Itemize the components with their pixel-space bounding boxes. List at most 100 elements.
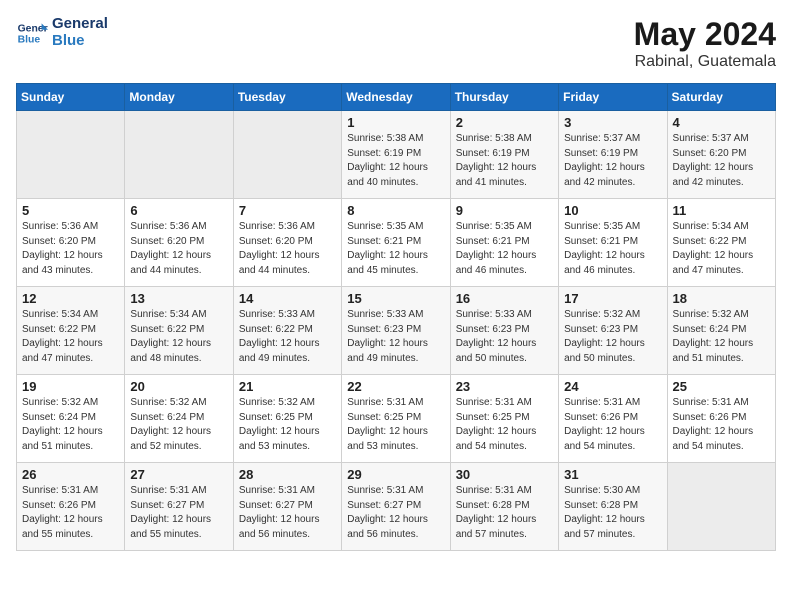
day-info: Sunrise: 5:30 AM Sunset: 6:28 PM Dayligh… <box>564 484 661 542</box>
col-saturday: Saturday <box>667 84 775 111</box>
day-cell: 25 Sunrise: 5:31 AM Sunset: 6:26 PM Dayl… <box>667 375 775 463</box>
day-number: 11 <box>673 203 770 218</box>
day-cell: 26 Sunrise: 5:31 AM Sunset: 6:26 PM Dayl… <box>17 463 125 551</box>
day-cell: 10 Sunrise: 5:35 AM Sunset: 6:21 PM Dayl… <box>559 199 667 287</box>
day-cell: 21 Sunrise: 5:32 AM Sunset: 6:25 PM Dayl… <box>233 375 341 463</box>
day-info: Sunrise: 5:36 AM Sunset: 6:20 PM Dayligh… <box>239 220 336 278</box>
day-info: Sunrise: 5:37 AM Sunset: 6:19 PM Dayligh… <box>564 132 661 190</box>
col-wednesday: Wednesday <box>342 84 450 111</box>
day-info: Sunrise: 5:31 AM Sunset: 6:26 PM Dayligh… <box>22 484 119 542</box>
day-cell: 1 Sunrise: 5:38 AM Sunset: 6:19 PM Dayli… <box>342 111 450 199</box>
day-cell: 9 Sunrise: 5:35 AM Sunset: 6:21 PM Dayli… <box>450 199 558 287</box>
day-info: Sunrise: 5:35 AM Sunset: 6:21 PM Dayligh… <box>564 220 661 278</box>
day-cell <box>125 111 233 199</box>
day-info: Sunrise: 5:38 AM Sunset: 6:19 PM Dayligh… <box>456 132 553 190</box>
day-info: Sunrise: 5:32 AM Sunset: 6:24 PM Dayligh… <box>22 396 119 454</box>
day-number: 23 <box>456 379 553 394</box>
day-cell: 5 Sunrise: 5:36 AM Sunset: 6:20 PM Dayli… <box>17 199 125 287</box>
day-cell: 6 Sunrise: 5:36 AM Sunset: 6:20 PM Dayli… <box>125 199 233 287</box>
day-number: 6 <box>130 203 227 218</box>
col-monday: Monday <box>125 84 233 111</box>
day-info: Sunrise: 5:36 AM Sunset: 6:20 PM Dayligh… <box>130 220 227 278</box>
day-number: 16 <box>456 291 553 306</box>
calendar-header: Sunday Monday Tuesday Wednesday Thursday… <box>17 84 776 111</box>
day-number: 15 <box>347 291 444 306</box>
day-info: Sunrise: 5:31 AM Sunset: 6:27 PM Dayligh… <box>347 484 444 542</box>
week-row-4: 26 Sunrise: 5:31 AM Sunset: 6:26 PM Dayl… <box>17 463 776 551</box>
day-cell: 31 Sunrise: 5:30 AM Sunset: 6:28 PM Dayl… <box>559 463 667 551</box>
day-info: Sunrise: 5:31 AM Sunset: 6:25 PM Dayligh… <box>456 396 553 454</box>
logo-icon: General Blue <box>16 17 48 49</box>
day-number: 3 <box>564 115 661 130</box>
day-cell: 4 Sunrise: 5:37 AM Sunset: 6:20 PM Dayli… <box>667 111 775 199</box>
day-info: Sunrise: 5:35 AM Sunset: 6:21 PM Dayligh… <box>347 220 444 278</box>
day-info: Sunrise: 5:31 AM Sunset: 6:27 PM Dayligh… <box>130 484 227 542</box>
col-sunday: Sunday <box>17 84 125 111</box>
day-cell: 29 Sunrise: 5:31 AM Sunset: 6:27 PM Dayl… <box>342 463 450 551</box>
day-cell: 22 Sunrise: 5:31 AM Sunset: 6:25 PM Dayl… <box>342 375 450 463</box>
day-number: 1 <box>347 115 444 130</box>
svg-text:Blue: Blue <box>18 34 41 45</box>
week-row-1: 5 Sunrise: 5:36 AM Sunset: 6:20 PM Dayli… <box>17 199 776 287</box>
day-cell: 13 Sunrise: 5:34 AM Sunset: 6:22 PM Dayl… <box>125 287 233 375</box>
day-number: 12 <box>22 291 119 306</box>
day-info: Sunrise: 5:32 AM Sunset: 6:24 PM Dayligh… <box>673 308 770 366</box>
calendar-body: 1 Sunrise: 5:38 AM Sunset: 6:19 PM Dayli… <box>17 111 776 551</box>
day-cell: 30 Sunrise: 5:31 AM Sunset: 6:28 PM Dayl… <box>450 463 558 551</box>
logo-line1: General <box>52 16 108 33</box>
day-number: 2 <box>456 115 553 130</box>
day-info: Sunrise: 5:31 AM Sunset: 6:26 PM Dayligh… <box>673 396 770 454</box>
day-info: Sunrise: 5:33 AM Sunset: 6:23 PM Dayligh… <box>456 308 553 366</box>
col-friday: Friday <box>559 84 667 111</box>
calendar-table: Sunday Monday Tuesday Wednesday Thursday… <box>16 83 776 551</box>
day-number: 28 <box>239 467 336 482</box>
day-number: 30 <box>456 467 553 482</box>
day-info: Sunrise: 5:33 AM Sunset: 6:23 PM Dayligh… <box>347 308 444 366</box>
day-cell: 27 Sunrise: 5:31 AM Sunset: 6:27 PM Dayl… <box>125 463 233 551</box>
weekday-row: Sunday Monday Tuesday Wednesday Thursday… <box>17 84 776 111</box>
day-cell: 19 Sunrise: 5:32 AM Sunset: 6:24 PM Dayl… <box>17 375 125 463</box>
day-cell: 23 Sunrise: 5:31 AM Sunset: 6:25 PM Dayl… <box>450 375 558 463</box>
day-info: Sunrise: 5:31 AM Sunset: 6:27 PM Dayligh… <box>239 484 336 542</box>
day-info: Sunrise: 5:32 AM Sunset: 6:23 PM Dayligh… <box>564 308 661 366</box>
day-info: Sunrise: 5:34 AM Sunset: 6:22 PM Dayligh… <box>22 308 119 366</box>
day-cell <box>667 463 775 551</box>
day-cell: 11 Sunrise: 5:34 AM Sunset: 6:22 PM Dayl… <box>667 199 775 287</box>
logo-line2: Blue <box>52 33 108 50</box>
logo: General Blue General Blue <box>16 16 108 49</box>
day-cell: 12 Sunrise: 5:34 AM Sunset: 6:22 PM Dayl… <box>17 287 125 375</box>
day-number: 4 <box>673 115 770 130</box>
day-number: 9 <box>456 203 553 218</box>
day-number: 17 <box>564 291 661 306</box>
day-cell: 24 Sunrise: 5:31 AM Sunset: 6:26 PM Dayl… <box>559 375 667 463</box>
day-cell: 16 Sunrise: 5:33 AM Sunset: 6:23 PM Dayl… <box>450 287 558 375</box>
day-cell: 2 Sunrise: 5:38 AM Sunset: 6:19 PM Dayli… <box>450 111 558 199</box>
day-cell: 20 Sunrise: 5:32 AM Sunset: 6:24 PM Dayl… <box>125 375 233 463</box>
day-info: Sunrise: 5:35 AM Sunset: 6:21 PM Dayligh… <box>456 220 553 278</box>
day-cell <box>17 111 125 199</box>
day-info: Sunrise: 5:31 AM Sunset: 6:25 PM Dayligh… <box>347 396 444 454</box>
day-number: 31 <box>564 467 661 482</box>
day-number: 5 <box>22 203 119 218</box>
location: Rabinal, Guatemala <box>634 53 776 71</box>
day-cell: 18 Sunrise: 5:32 AM Sunset: 6:24 PM Dayl… <box>667 287 775 375</box>
day-number: 21 <box>239 379 336 394</box>
day-cell: 14 Sunrise: 5:33 AM Sunset: 6:22 PM Dayl… <box>233 287 341 375</box>
col-thursday: Thursday <box>450 84 558 111</box>
day-number: 7 <box>239 203 336 218</box>
day-number: 14 <box>239 291 336 306</box>
day-info: Sunrise: 5:31 AM Sunset: 6:26 PM Dayligh… <box>564 396 661 454</box>
month-year: May 2024 <box>634 16 776 53</box>
title-block: May 2024 Rabinal, Guatemala <box>634 16 776 71</box>
day-number: 20 <box>130 379 227 394</box>
day-cell: 3 Sunrise: 5:37 AM Sunset: 6:19 PM Dayli… <box>559 111 667 199</box>
day-cell: 17 Sunrise: 5:32 AM Sunset: 6:23 PM Dayl… <box>559 287 667 375</box>
day-number: 8 <box>347 203 444 218</box>
day-info: Sunrise: 5:33 AM Sunset: 6:22 PM Dayligh… <box>239 308 336 366</box>
day-cell: 15 Sunrise: 5:33 AM Sunset: 6:23 PM Dayl… <box>342 287 450 375</box>
day-number: 22 <box>347 379 444 394</box>
day-cell: 7 Sunrise: 5:36 AM Sunset: 6:20 PM Dayli… <box>233 199 341 287</box>
day-number: 19 <box>22 379 119 394</box>
day-info: Sunrise: 5:38 AM Sunset: 6:19 PM Dayligh… <box>347 132 444 190</box>
week-row-0: 1 Sunrise: 5:38 AM Sunset: 6:19 PM Dayli… <box>17 111 776 199</box>
